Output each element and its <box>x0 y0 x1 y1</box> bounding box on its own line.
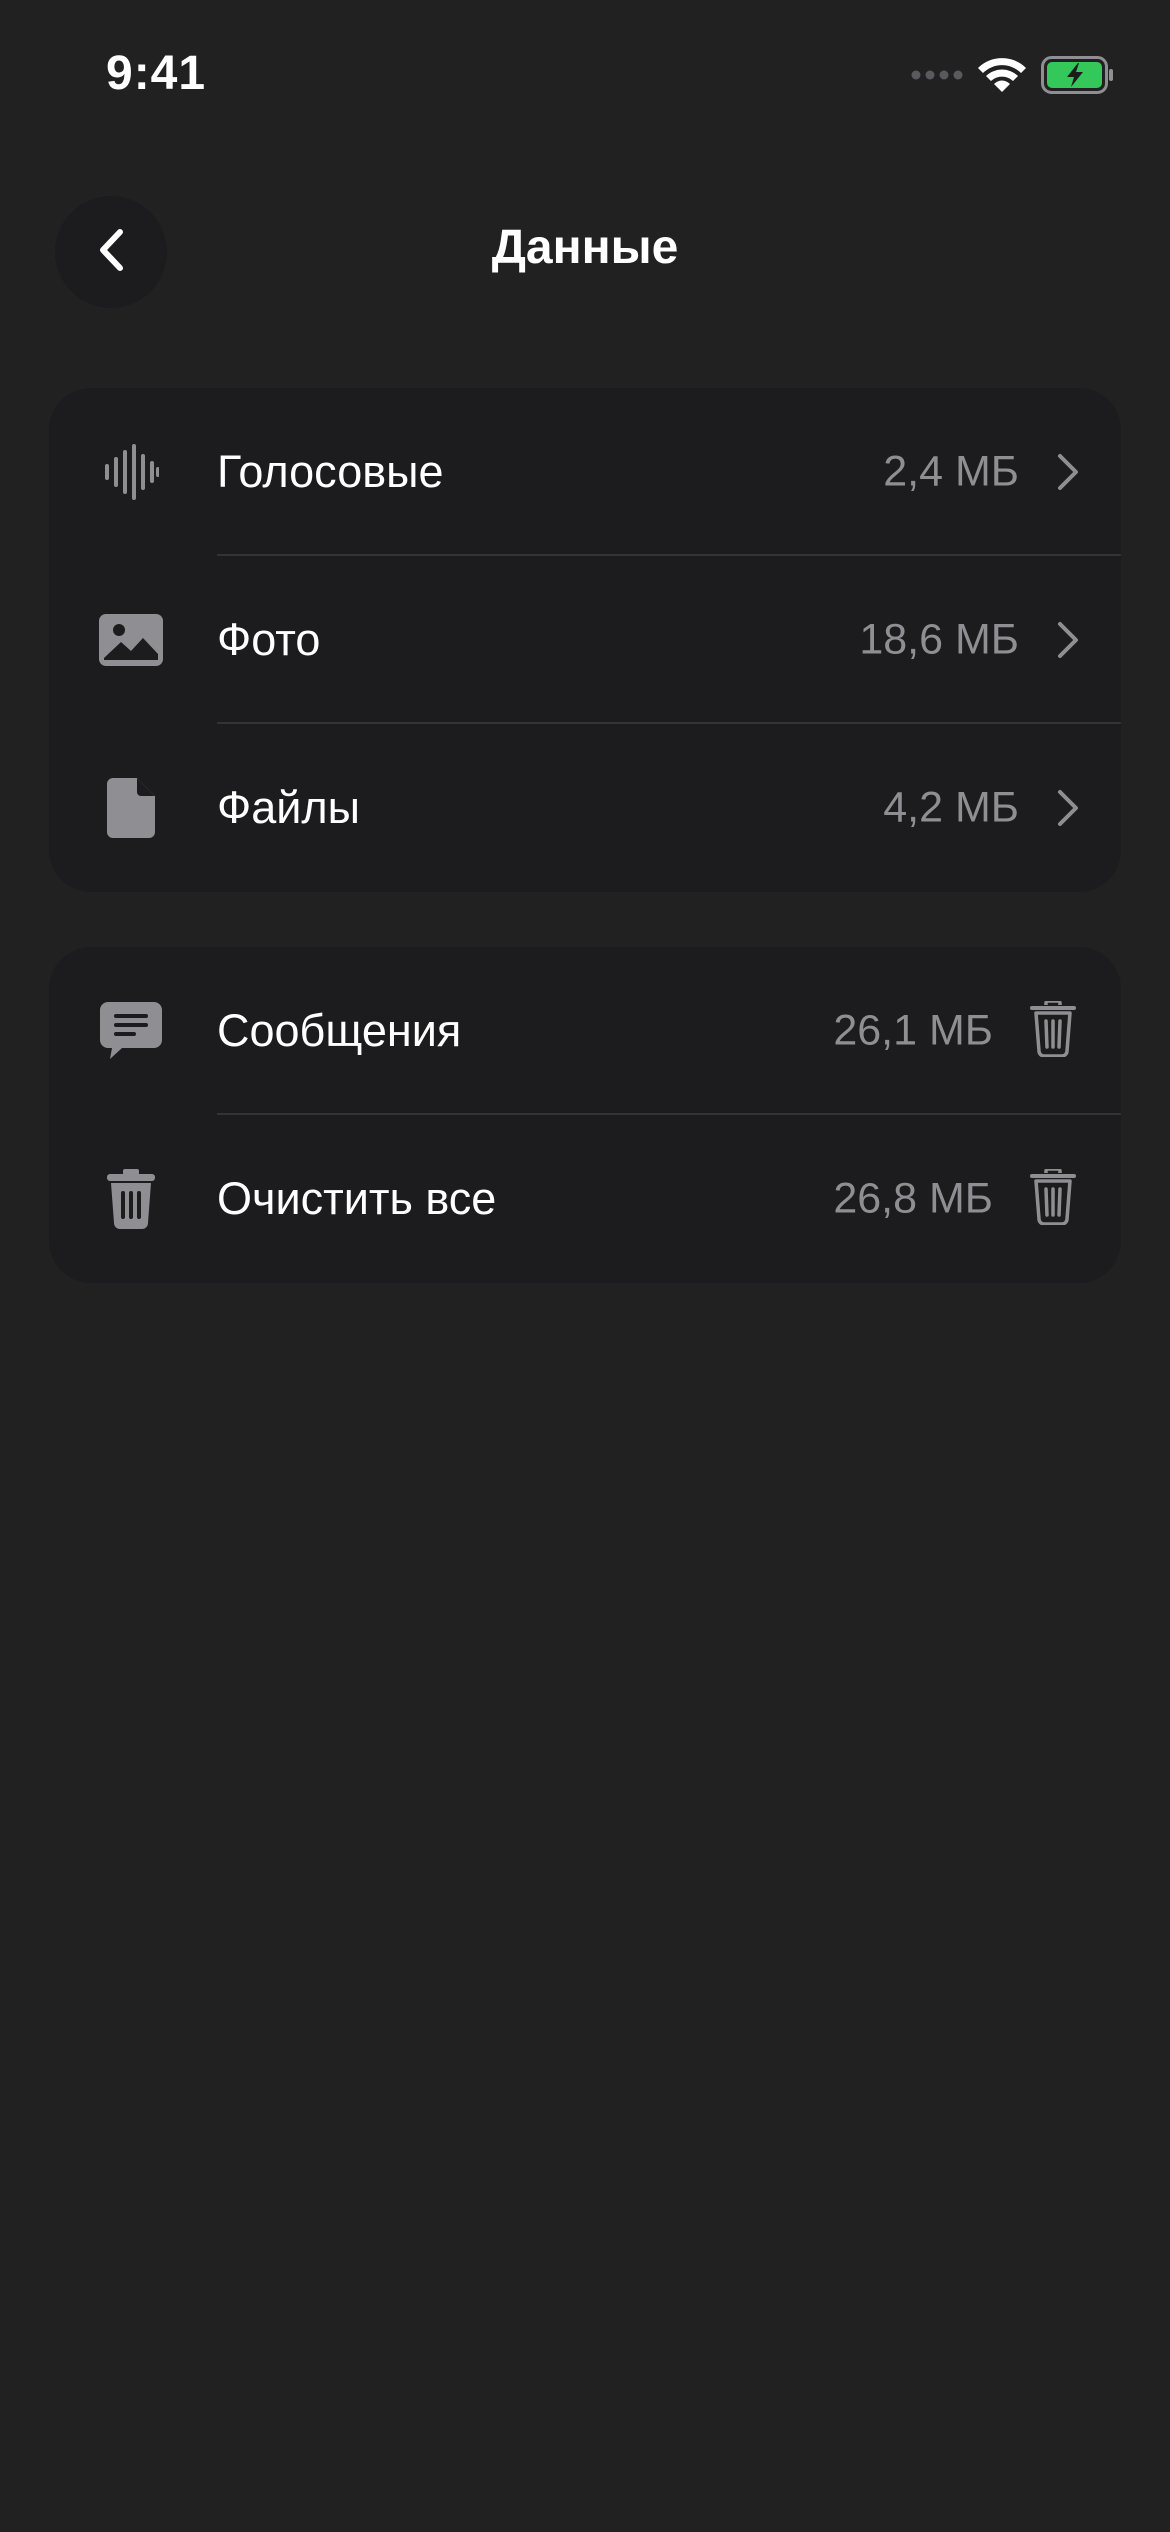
clear-data-card: Сообщения 26,1 МБ Очистить все 26,8 МБ <box>49 947 1121 1283</box>
row-size: 2,4 МБ <box>883 447 1019 496</box>
row-messages: Сообщения 26,1 МБ <box>49 947 1121 1115</box>
file-icon <box>99 776 163 840</box>
row-size: 18,6 МБ <box>859 615 1019 664</box>
row-size: 26,1 МБ <box>833 1006 993 1055</box>
row-clear-all: Очистить все 26,8 МБ <box>49 1115 1121 1283</box>
row-label: Сообщения <box>217 1005 462 1056</box>
trash-icon <box>1030 1166 1076 1230</box>
delete-messages-button[interactable] <box>1027 998 1079 1062</box>
row-size: 4,2 МБ <box>883 783 1019 832</box>
chevron-right-icon <box>1051 450 1085 494</box>
photo-icon <box>99 608 163 672</box>
cellular-signal-icon <box>911 69 963 81</box>
chevron-right-icon <box>1051 786 1085 830</box>
waveform-icon <box>99 440 163 504</box>
trash-icon <box>1030 998 1076 1062</box>
message-icon <box>99 999 163 1063</box>
status-time: 9:41 <box>106 47 207 100</box>
wifi-icon <box>977 56 1027 94</box>
row-label: Очистить все <box>217 1173 497 1224</box>
row-label: Файлы <box>217 782 360 833</box>
row-label: Фото <box>217 614 321 665</box>
row-voice[interactable]: Голосовые 2,4 МБ <box>49 388 1121 556</box>
row-label: Голосовые <box>217 446 444 497</box>
page-title: Данные <box>491 221 679 274</box>
media-storage-card: Голосовые 2,4 МБ Фото 18,6 МБ Файлы 4,2 … <box>49 388 1121 892</box>
row-files[interactable]: Файлы 4,2 МБ <box>49 724 1121 892</box>
row-photo[interactable]: Фото 18,6 МБ <box>49 556 1121 724</box>
chevron-right-icon <box>1051 618 1085 662</box>
clear-all-button[interactable] <box>1027 1166 1079 1230</box>
status-bar: 9:41 <box>0 0 1170 150</box>
battery-charging-icon <box>1041 56 1115 94</box>
trash-icon <box>99 1167 163 1231</box>
status-icons <box>911 50 1115 100</box>
row-size: 26,8 МБ <box>833 1174 993 1223</box>
